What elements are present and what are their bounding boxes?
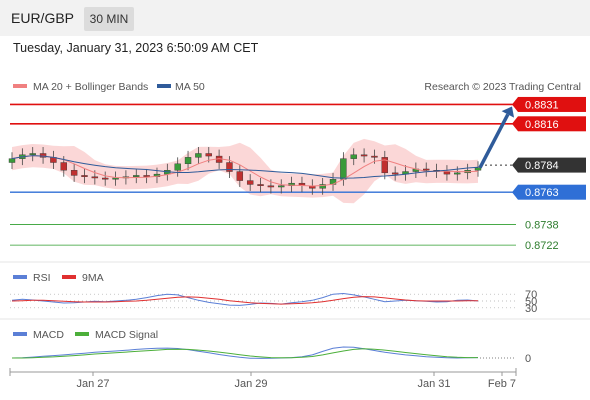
rsi-level-label: 30 bbox=[525, 303, 537, 315]
macd-plot bbox=[11, 346, 516, 359]
x-tick-label: Jan 27 bbox=[76, 378, 109, 390]
rsi-plot: 705030 bbox=[10, 289, 537, 315]
legend-swatch-rsi bbox=[13, 275, 27, 279]
macd-legend: MACD MACD Signal bbox=[13, 329, 158, 341]
chart-canvas: MA 20 + Bollinger Bands MA 50 Research ©… bbox=[0, 81, 590, 390]
level-tag-pointer bbox=[512, 96, 518, 112]
bollinger-band-area bbox=[12, 138, 478, 204]
legend-ma20: MA 20 + Bollinger Bands bbox=[33, 81, 148, 93]
candle-body bbox=[423, 168, 430, 171]
forecast-arrow bbox=[478, 106, 515, 169]
candle-body bbox=[350, 154, 357, 159]
level-tag-pointer bbox=[512, 184, 518, 200]
level-tag-value: 0.8831 bbox=[525, 99, 559, 111]
candle-body bbox=[60, 162, 67, 171]
legend-swatch-9ma bbox=[62, 275, 76, 279]
level-tag-value: 0.8784 bbox=[525, 160, 559, 172]
candle-body bbox=[133, 175, 140, 177]
credit-text: Research © 2023 Trading Central bbox=[424, 81, 581, 93]
legend-swatch-macd bbox=[13, 332, 27, 336]
candle-body bbox=[257, 184, 264, 186]
level-tag-pointer bbox=[512, 157, 518, 173]
legend-9ma: 9MA bbox=[82, 272, 104, 284]
candle-body bbox=[371, 155, 378, 158]
candle-body bbox=[184, 157, 192, 165]
candle-body bbox=[112, 177, 119, 180]
x-tick-label: Feb 7 bbox=[488, 378, 516, 390]
candle-body bbox=[454, 172, 461, 175]
legend-swatch-macd-signal bbox=[75, 332, 89, 336]
legend-swatch-ma20 bbox=[13, 84, 27, 88]
level-tag-value: 0.8763 bbox=[525, 187, 559, 199]
legend-macd: MACD bbox=[33, 329, 64, 341]
x-tick-label: Jan 31 bbox=[417, 378, 450, 390]
candle-body bbox=[205, 153, 212, 157]
candle-body bbox=[278, 185, 285, 188]
candle-body bbox=[391, 172, 399, 175]
legend-ma50: MA 50 bbox=[175, 81, 205, 93]
candle-body bbox=[195, 153, 202, 158]
legend-rsi: RSI bbox=[33, 272, 51, 284]
candle-body bbox=[101, 177, 109, 180]
candle-body bbox=[360, 154, 368, 157]
rsi-9ma-line bbox=[11, 296, 478, 305]
candle-body bbox=[81, 175, 88, 177]
level-tag-value: 0.8816 bbox=[525, 119, 559, 131]
candle-body bbox=[236, 171, 244, 181]
level-value-target: 0.8738 bbox=[525, 219, 559, 231]
macd-zero-label: 0 bbox=[525, 353, 531, 365]
candle-body bbox=[474, 167, 482, 171]
candle-body bbox=[8, 158, 16, 163]
candle-body bbox=[174, 163, 181, 171]
candle-body bbox=[443, 171, 451, 175]
legend-swatch-ma50 bbox=[157, 84, 171, 88]
candle-body bbox=[267, 185, 275, 188]
price-legend: MA 20 + Bollinger Bands MA 50 bbox=[13, 81, 205, 93]
level-tag-pointer bbox=[512, 116, 518, 132]
candle-body bbox=[246, 180, 254, 185]
candle-body bbox=[340, 158, 347, 180]
bollinger-bands bbox=[12, 138, 478, 204]
rsi-legend: RSI 9MA bbox=[13, 272, 104, 284]
x-tick-label: Jan 29 bbox=[234, 378, 267, 390]
legend-macd-signal: MACD Signal bbox=[95, 329, 158, 341]
candle-body bbox=[29, 153, 36, 155]
level-value-target: 0.8722 bbox=[525, 240, 559, 252]
rsi-line bbox=[11, 292, 479, 306]
forecast-arrow-shaft bbox=[478, 113, 510, 169]
candle-body bbox=[91, 176, 99, 179]
candle-body bbox=[70, 170, 78, 176]
x-axis: Jan 27 Jan 29 Jan 31 Feb 7 bbox=[9, 368, 517, 390]
candle-body bbox=[226, 162, 233, 172]
